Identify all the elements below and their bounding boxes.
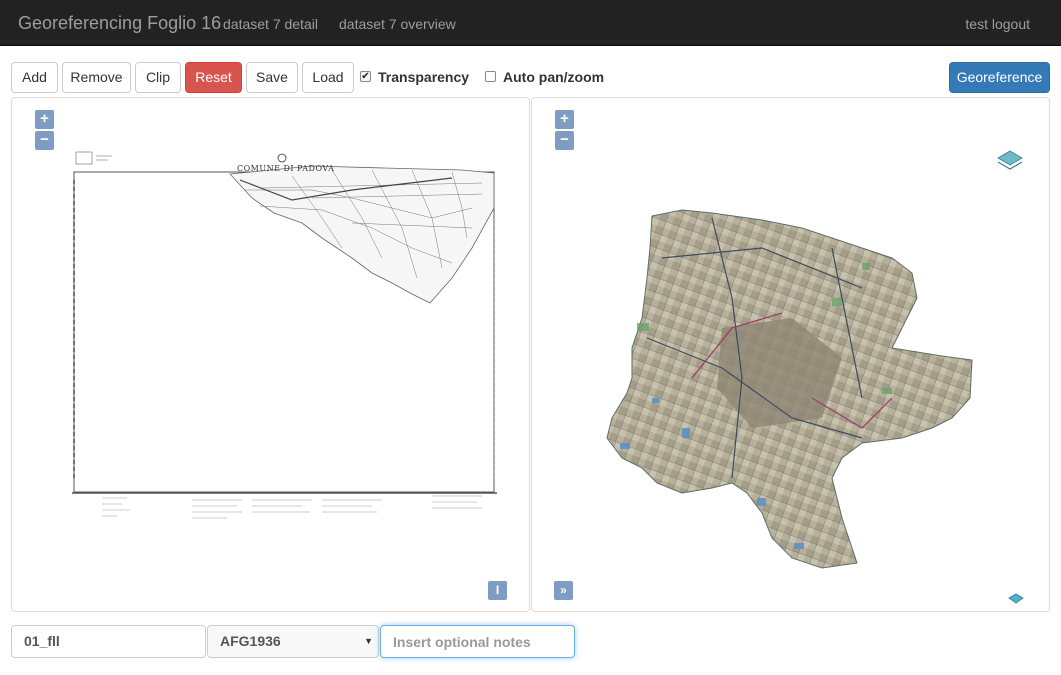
sheet-name-field[interactable]: 01_fll [11, 625, 206, 658]
srs-select-value: AFG1936 [220, 633, 281, 649]
chevron-down-icon: ▼ [364, 636, 373, 646]
scanned-sheet-image [72, 151, 497, 519]
load-button[interactable]: Load [302, 62, 354, 93]
nav-link-dataset-overview[interactable]: dataset 7 overview [339, 16, 456, 32]
reset-button[interactable]: Reset [185, 62, 242, 93]
save-button[interactable]: Save [246, 62, 298, 93]
auto-pan-zoom-checkbox[interactable] [485, 71, 496, 82]
small-layers-icon[interactable] [1008, 593, 1024, 604]
source-map-panel[interactable]: COMUNE DI PADOVA + − I [11, 97, 530, 612]
nav-link-dataset-detail[interactable]: dataset 7 detail [223, 16, 318, 32]
left-zoom-in-button[interactable]: + [35, 110, 54, 129]
sheet-title-text: COMUNE DI PADOVA [237, 164, 335, 173]
layers-icon[interactable] [997, 150, 1023, 170]
transparency-checkbox[interactable]: ✔ [360, 71, 371, 82]
transparency-label: Transparency [378, 69, 470, 85]
notes-input[interactable] [380, 625, 575, 658]
add-button[interactable]: Add [11, 62, 58, 93]
app-brand[interactable]: Georeferencing Foglio 16 [18, 13, 221, 34]
left-zoom-out-button[interactable]: − [35, 131, 54, 150]
remove-button[interactable]: Remove [62, 62, 131, 93]
orthophoto-image [606, 150, 1024, 604]
right-zoom-in-button[interactable]: + [555, 110, 574, 129]
left-map-corner-button[interactable]: I [488, 581, 507, 600]
clip-button[interactable]: Clip [135, 62, 181, 93]
expand-overview-button[interactable]: » [554, 581, 573, 600]
right-zoom-out-button[interactable]: − [555, 131, 574, 150]
auto-pan-zoom-label: Auto pan/zoom [503, 69, 605, 85]
top-navbar: Georeferencing Foglio 16 dataset 7 detai… [0, 0, 1061, 46]
srs-select[interactable]: AFG1936 ▼ [207, 625, 379, 658]
georeference-button[interactable]: Georeference [949, 62, 1050, 93]
reference-map-panel[interactable]: + − » [531, 97, 1050, 612]
user-logout-link[interactable]: test logout [965, 16, 1030, 32]
